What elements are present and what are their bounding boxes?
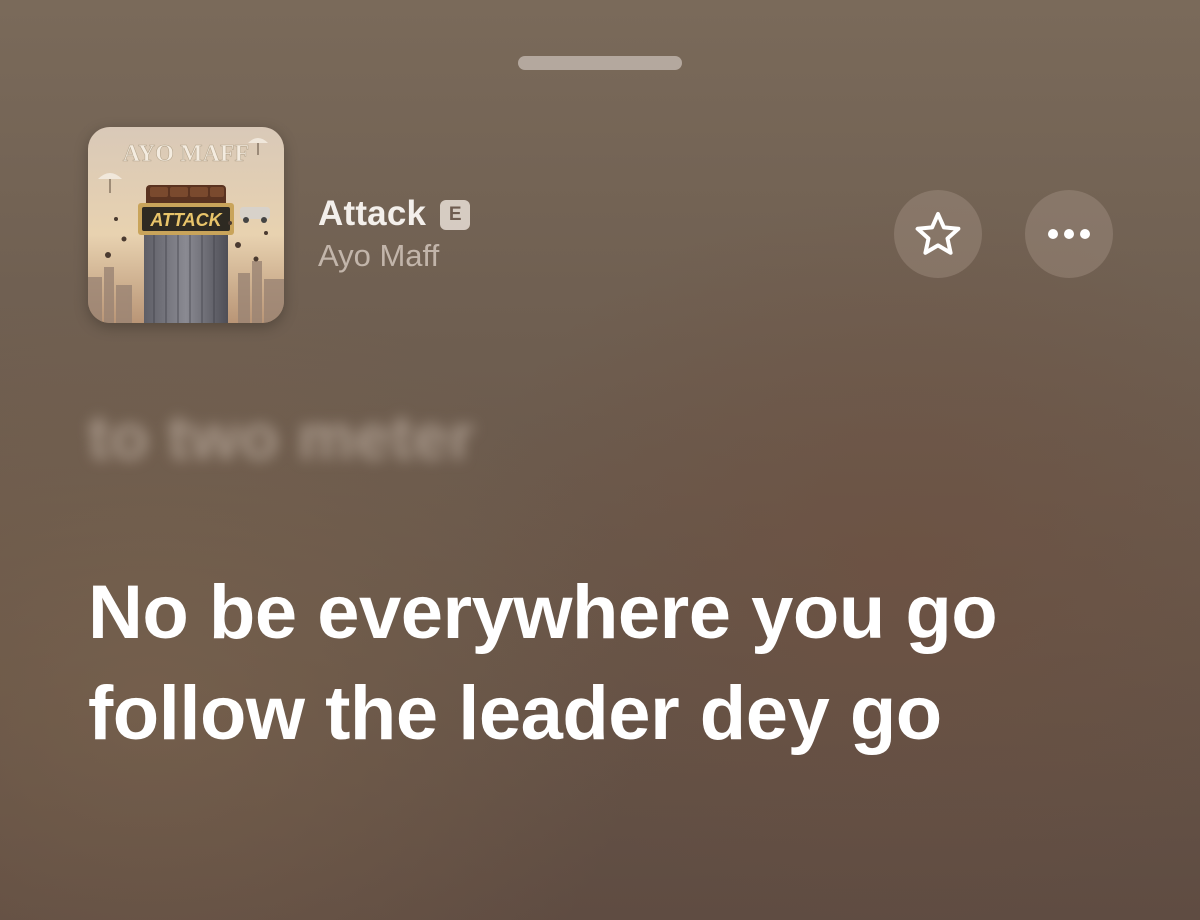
previous-lyric-line[interactable]: to two meter [88,400,474,474]
more-button[interactable] [1025,190,1113,278]
ellipsis-icon [1048,229,1090,239]
track-info: Attack E Ayo Maff [318,192,838,276]
artist-name[interactable]: Ayo Maff [318,236,838,276]
favorite-button[interactable] [894,190,982,278]
track-title: Attack [318,194,427,233]
artwork-artist-lettering: AYO MAFF [123,141,249,167]
current-lyric-line[interactable]: No be everywhere you go follow the leade… [88,562,1148,764]
star-icon [915,212,961,255]
title-row: Attack E [318,192,838,236]
explicit-badge: E [440,200,471,230]
album-artwork[interactable]: ATTACK AYO MAFF [88,127,284,323]
sheet-grabber[interactable] [518,56,682,70]
artwork-title-lettering: ATTACK [149,210,223,230]
